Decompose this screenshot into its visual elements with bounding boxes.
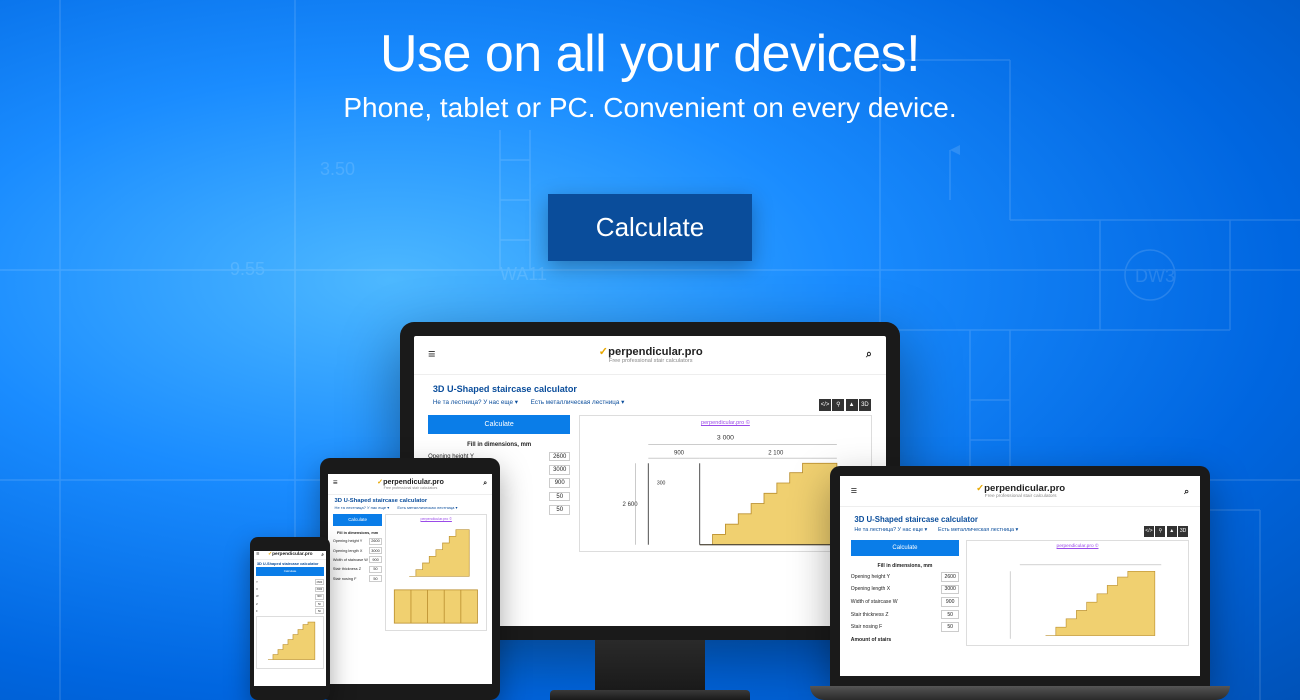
- search-icon[interactable]: ⌕: [1184, 486, 1189, 497]
- 3d-icon[interactable]: 3D: [859, 399, 871, 411]
- input-length[interactable]: 3000: [549, 465, 570, 475]
- tablet-screen: ≡ ✓perpendicular.proFree professional st…: [328, 474, 492, 684]
- page-title: 3D U-Shaped staircase calculator: [414, 375, 886, 399]
- search-icon[interactable]: ⌕: [483, 480, 487, 488]
- search-icon[interactable]: ⌕: [866, 348, 872, 361]
- help-link-2[interactable]: Есть металлическая лестница ▾: [531, 399, 625, 406]
- input-thickness[interactable]: 50: [549, 492, 570, 502]
- hero-title: Use on all your devices!: [0, 24, 1300, 84]
- svg-text:2 100: 2 100: [768, 451, 784, 457]
- help-link-1[interactable]: Не та лестница? У нас еще ▾: [433, 399, 518, 406]
- drawing-panel: </> ⚲ ▲ 3D perpendicular.pro ©: [966, 540, 1189, 645]
- page-title: 3D U-Shaped staircase calculator: [840, 507, 1200, 527]
- help-link-1[interactable]: Не та лестница? У нас еще ▾: [854, 527, 927, 533]
- code-icon[interactable]: </>: [819, 399, 831, 411]
- svg-text:900: 900: [674, 451, 685, 457]
- device-tablet: ≡ ✓perpendicular.proFree professional st…: [320, 458, 500, 700]
- brand-logo: ✓perpendicular.pro: [976, 483, 1065, 494]
- svg-text:DW3: DW3: [1135, 266, 1175, 286]
- drawing-panel: </> ⚲ ▲ 3D perpendicular.pro © 3 000 900…: [579, 415, 872, 552]
- svg-text:2 600: 2 600: [623, 502, 639, 508]
- svg-text:9.55: 9.55: [230, 259, 265, 279]
- inner-calculate-button[interactable]: Calculate: [851, 540, 959, 556]
- menu-icon[interactable]: ≡: [333, 481, 338, 486]
- hero-subtitle: Phone, tablet or PC. Convenient on every…: [0, 92, 1300, 124]
- help-link-2[interactable]: Есть металлическая лестница ▾: [938, 527, 1018, 533]
- svg-text:WA11: WA11: [500, 264, 547, 284]
- menu-icon[interactable]: ≡: [851, 488, 857, 494]
- device-laptop: ≡ ✓perpendicular.pro Free professional s…: [830, 466, 1210, 700]
- menu-icon[interactable]: ≡: [428, 351, 435, 359]
- laptop-screen: ≡ ✓perpendicular.pro Free professional s…: [840, 476, 1200, 676]
- svg-text:3 000: 3 000: [717, 434, 734, 441]
- input-height[interactable]: 2600: [549, 452, 570, 462]
- svg-text:300: 300: [657, 481, 666, 487]
- up-icon[interactable]: ▲: [846, 399, 858, 411]
- input-width[interactable]: 900: [549, 478, 570, 488]
- phone-screen: ≡ ✓perpendicular.pro ⌕ 3D U-Shaped stair…: [254, 551, 326, 686]
- device-phone: ≡ ✓perpendicular.pro ⌕ 3D U-Shaped stair…: [250, 537, 330, 700]
- input-nosing[interactable]: 50: [549, 505, 570, 515]
- calculate-button[interactable]: Calculate: [548, 194, 752, 261]
- zoom-icon[interactable]: ⚲: [832, 399, 844, 411]
- brand-logo: ✓perpendicular.pro: [599, 345, 703, 358]
- inner-calculate-button[interactable]: Calculate: [428, 415, 570, 433]
